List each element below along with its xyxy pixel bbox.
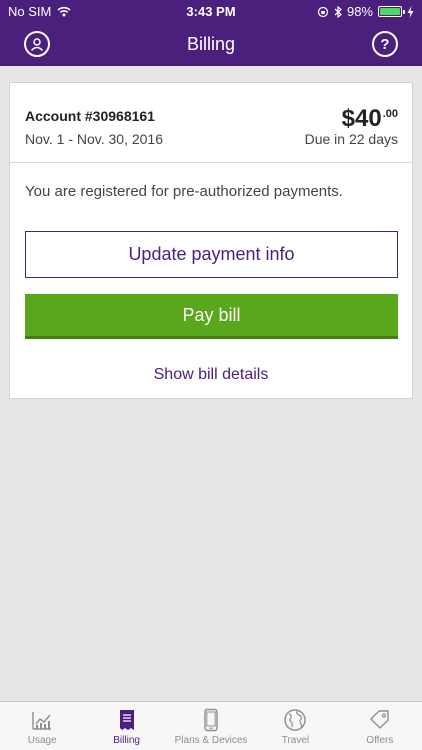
tab-plans-devices[interactable]: Plans & Devices	[169, 702, 253, 750]
bluetooth-icon	[334, 5, 342, 18]
orientation-lock-icon	[317, 6, 329, 17]
question-mark-icon: ?	[380, 35, 390, 53]
phone-icon	[204, 708, 218, 732]
preauth-message: You are registered for pre-authorized pa…	[25, 183, 343, 200]
tab-label: Plans & Devices	[174, 735, 248, 746]
page-title: Billing	[186, 34, 236, 54]
amount-dollars: $40	[341, 105, 382, 132]
tab-label: Travel	[281, 735, 310, 746]
help-button[interactable]: ?	[372, 31, 398, 57]
battery-icon	[378, 6, 405, 17]
amount-cents: .00	[382, 108, 398, 120]
update-payment-button[interactable]: Update payment info	[25, 231, 398, 278]
app-header: No SIM 3:43 PM 98% Billing ?	[0, 0, 422, 66]
tab-usage[interactable]: Usage	[0, 702, 84, 750]
account-number: Account #30968161	[25, 108, 155, 124]
pay-bill-button[interactable]: Pay bill	[25, 294, 398, 339]
status-bar: No SIM 3:43 PM 98%	[0, 0, 422, 22]
usage-chart-icon	[32, 712, 52, 730]
account-summary: Account #30968161 Nov. 1 - Nov. 30, 2016…	[10, 83, 412, 163]
billing-period: Nov. 1 - Nov. 30, 2016	[25, 131, 163, 147]
tab-label: Offers	[366, 735, 394, 746]
show-bill-details-link[interactable]: Show bill details	[10, 366, 412, 384]
tab-offers[interactable]: Offers	[338, 702, 422, 750]
tag-icon	[370, 710, 389, 729]
tab-bar: Usage Billing Plans & Devices Travel Off…	[0, 701, 422, 750]
billing-card: Account #30968161 Nov. 1 - Nov. 30, 2016…	[9, 82, 413, 399]
charging-icon	[407, 5, 414, 18]
billing-document-icon	[119, 710, 134, 730]
amount-due: $40 .00	[342, 105, 398, 133]
battery-fill	[380, 8, 400, 15]
due-date: Due in 22 days	[304, 131, 398, 147]
tab-label: Billing	[113, 735, 140, 746]
status-right: 98%	[317, 4, 414, 19]
battery-percent: 98%	[346, 4, 373, 19]
tab-billing[interactable]: Billing	[84, 702, 168, 750]
tab-travel[interactable]: Travel	[253, 702, 337, 750]
tab-label: Usage	[27, 735, 57, 746]
nav-bar: Billing ?	[0, 22, 422, 66]
globe-icon	[284, 709, 307, 731]
